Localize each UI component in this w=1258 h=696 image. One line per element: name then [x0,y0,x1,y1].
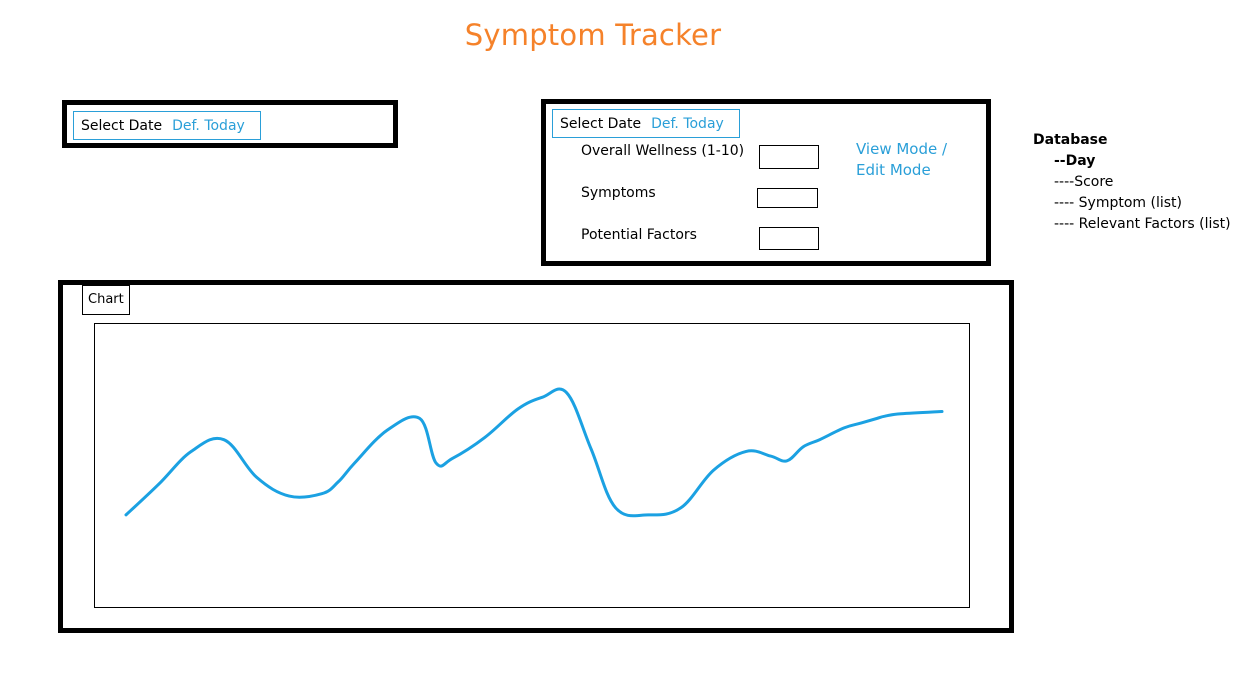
chart-point-25 [802,445,805,448]
chart-point-3 [222,438,226,441]
chart-point-16 [565,391,568,394]
chart-point-18 [614,506,617,509]
chart-point-30 [883,415,887,418]
select-date-value[interactable]: Def. Today [172,118,245,134]
chart-point-1 [157,483,160,486]
potential-factors-label: Potential Factors [581,227,697,243]
chart-point-2 [190,450,193,453]
wellness-label: Overall Wellness (1-10) [581,143,745,159]
chart-point-24 [785,459,789,462]
database-heading: Database [1033,132,1108,148]
chart-point-32 [940,410,944,413]
view-edit-mode-toggle[interactable]: View Mode / Edit Mode [856,139,947,181]
select-date-field[interactable]: Select Date Def. Today [73,111,261,140]
database-notes: Database --Day ----Score ---- Symptom (l… [1033,130,1231,235]
chart-point-27 [842,426,846,430]
chart-point-9 [385,429,389,432]
chart-point-26 [818,438,821,441]
chart-point-4 [255,476,258,479]
chart-point-15 [541,396,544,399]
entry-select-date-value[interactable]: Def. Today [651,116,724,132]
chart-point-6 [320,492,323,495]
view-mode-link[interactable]: View Mode / [856,139,947,160]
symptoms-label: Symptoms [581,185,656,201]
database-line-day: --Day [1054,153,1096,169]
edit-mode-link[interactable]: Edit Mode [856,160,947,181]
chart-point-13 [483,436,487,439]
chart-point-21 [712,469,715,472]
select-date-label: Select Date [81,117,163,134]
chart-point-31 [900,412,903,415]
chart-series-line-0 [124,387,944,518]
entry-select-date-field[interactable]: Select Date Def. Today [552,109,740,138]
database-line-factors: ---- Relevant Factors (list) [1054,216,1231,232]
chart-point-0 [124,513,128,517]
chart-point-10 [418,417,421,420]
page-title: Symptom Tracker [464,18,722,52]
chart-point-17 [589,447,593,451]
chart-point-20 [679,506,683,509]
database-line-score: ----Score [1054,174,1114,190]
chart-point-5 [288,494,291,498]
chart-point-12 [451,457,454,460]
chart-point-7 [337,480,340,484]
wellness-line-chart [124,387,944,518]
entry-select-date-label: Select Date [560,115,642,132]
chart-point-14 [516,407,519,411]
chart-point-29 [875,417,878,420]
chart-point-11 [434,461,438,465]
symptoms-input[interactable] [757,188,818,208]
chart-tab-label: Chart [88,292,124,307]
database-line-symptom: ---- Symptom (list) [1054,195,1182,211]
chart-point-22 [745,450,748,453]
chart-point-8 [353,461,356,465]
chart-point-23 [769,454,772,458]
chart-tab[interactable]: Chart [82,285,130,315]
wellness-input[interactable] [759,145,819,169]
chart-point-19 [647,513,650,517]
chart-point-28 [859,422,862,425]
potential-factors-input[interactable] [759,227,819,250]
